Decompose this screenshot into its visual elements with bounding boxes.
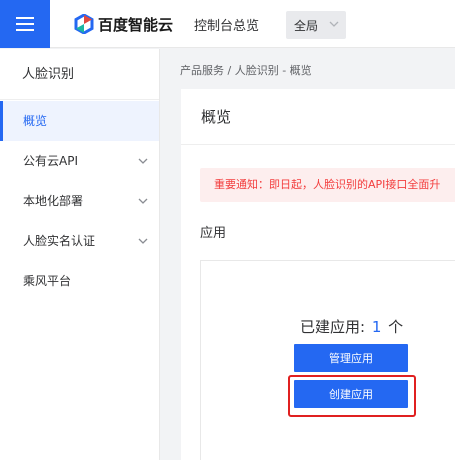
region-value: 全局	[294, 18, 319, 33]
sidebar-item-label: 人脸实名认证	[23, 234, 96, 248]
breadcrumb: 产品服务 / 人脸识别 - 概览	[180, 64, 312, 77]
sidebar-item-realname-auth[interactable]: 人脸实名认证	[0, 221, 159, 261]
sidebar-item-label: 公有云API	[23, 154, 78, 168]
top-bar: 百度智能云 控制台总览 全局	[0, 0, 455, 48]
notice-banner: 重要通知：即日起，人脸识别的API接口全面升	[200, 168, 455, 202]
sidebar-item-label: 乘风平台	[23, 274, 72, 288]
chevron-down-icon	[138, 198, 148, 204]
chevron-down-icon	[138, 238, 148, 244]
app-count: 已建应用: 1 个	[300, 316, 403, 337]
chevron-down-icon	[138, 158, 148, 164]
menu-button[interactable]	[0, 0, 50, 48]
hamburger-icon	[16, 17, 34, 31]
chevron-down-icon	[329, 21, 339, 27]
manage-apps-button[interactable]: 管理应用	[294, 344, 408, 372]
console-overview-link[interactable]: 控制台总览	[194, 15, 259, 34]
sidebar-item-local-deployment[interactable]: 本地化部署	[0, 181, 159, 221]
app-count-prefix: 已建应用:	[300, 318, 366, 336]
baidu-cloud-logo-icon	[74, 14, 94, 34]
highlight-annotation	[288, 375, 416, 417]
app-count-suffix: 个	[388, 318, 404, 336]
section-label-apps: 应用	[200, 226, 227, 241]
sidebar: 人脸识别 概览 公有云API 本地化部署 人脸实名认证 乘风平台	[0, 49, 160, 460]
sidebar-item-public-cloud-api[interactable]: 公有云API	[0, 141, 159, 181]
page-title: 概览	[181, 89, 455, 145]
sidebar-item-chengfeng-platform[interactable]: 乘风平台	[0, 261, 159, 301]
region-select[interactable]: 全局	[286, 11, 346, 39]
sidebar-item-label: 本地化部署	[23, 194, 84, 208]
brand-name: 百度智能云	[98, 15, 174, 34]
sidebar-item-label: 概览	[23, 114, 48, 128]
sidebar-item-overview[interactable]: 概览	[0, 101, 159, 141]
sidebar-title: 人脸识别	[0, 49, 159, 100]
brand-logo[interactable]: 百度智能云	[74, 13, 173, 35]
app-count-number: 1	[371, 318, 382, 336]
